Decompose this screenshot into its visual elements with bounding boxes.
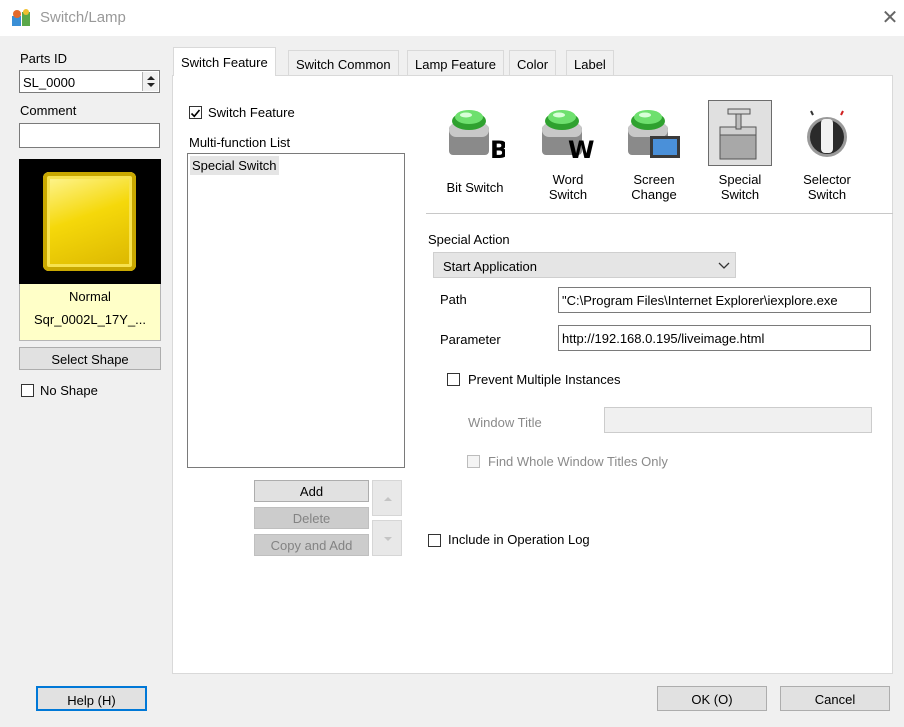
help-button[interactable]: Help (H) — [36, 686, 147, 711]
list-item[interactable]: Special Switch — [190, 156, 279, 175]
parameter-field[interactable]: http://192.168.0.195/liveimage.html — [558, 325, 871, 351]
title-bar — [0, 0, 904, 36]
no-shape-checkbox[interactable] — [21, 384, 34, 397]
select-shape-button[interactable]: Select Shape — [19, 347, 161, 370]
shape-info: Normal Sqr_0002L_17Y_... — [19, 284, 161, 341]
chevron-down-icon — [718, 262, 730, 269]
parts-id-label: Parts ID — [20, 51, 67, 66]
selector-switch-icon[interactable] — [797, 103, 857, 163]
spin-arrows-icon — [147, 76, 155, 87]
prevent-multiple-checkbox[interactable] — [447, 373, 460, 386]
move-up-button[interactable] — [372, 480, 402, 516]
tab-switch-common[interactable]: Switch Common — [288, 50, 399, 75]
no-shape-label: No Shape — [40, 383, 98, 398]
window-title: Switch/Lamp — [40, 9, 126, 26]
delete-button[interactable]: Delete — [254, 507, 369, 529]
switch-feature-checkbox[interactable] — [189, 106, 202, 119]
parts-id-field[interactable]: SL_0000 — [19, 70, 160, 93]
word-switch-label: Word Switch — [548, 172, 588, 202]
tab-lamp-feature[interactable]: Lamp Feature — [407, 50, 504, 75]
parameter-value: http://192.168.0.195/liveimage.html — [562, 331, 765, 346]
multi-function-list[interactable]: Special Switch — [187, 153, 405, 468]
operation-log-checkbox[interactable] — [428, 534, 441, 547]
copy-and-add-button[interactable]: Copy and Add — [254, 534, 369, 556]
preview-state: Normal — [69, 289, 111, 304]
special-action-value: Start Application — [443, 259, 537, 274]
cancel-button[interactable]: Cancel — [780, 686, 890, 711]
move-down-button[interactable] — [372, 520, 402, 556]
tab-switch-feature[interactable]: Switch Feature — [173, 47, 276, 76]
find-whole-title-checkbox[interactable] — [467, 455, 480, 468]
special-switch-icon[interactable] — [710, 103, 770, 163]
tab-color[interactable]: Color — [509, 50, 557, 75]
close-icon[interactable]: ✕ — [878, 5, 902, 29]
find-whole-title-label: Find Whole Window Titles Only — [488, 454, 668, 469]
screen-change-label: Screen Change — [631, 172, 677, 202]
operation-log-label: Include in Operation Log — [448, 532, 590, 547]
path-field[interactable]: "C:\Program Files\Internet Explorer\iexp… — [558, 287, 871, 313]
divider — [426, 213, 893, 214]
bit-switch-icon[interactable]: B — [445, 103, 508, 164]
svg-text:B: B — [490, 136, 505, 163]
add-button[interactable]: Add — [254, 480, 369, 502]
special-action-select[interactable]: Start Application — [433, 252, 736, 278]
parts-id-spinner[interactable] — [142, 72, 158, 91]
arrow-down-icon — [384, 537, 392, 541]
path-label: Path — [440, 292, 467, 307]
parameter-label: Parameter — [440, 332, 501, 347]
switch-lamp-app-icon — [10, 8, 32, 28]
multi-function-list-label: Multi-function List — [189, 135, 291, 150]
window-title-field[interactable] — [604, 407, 872, 433]
special-switch-label: Special Switch — [718, 172, 762, 202]
bit-switch-label: Bit Switch — [446, 180, 504, 195]
screen-change-icon[interactable] — [624, 103, 684, 163]
shape-name: Sqr_0002L_17Y_... — [33, 312, 147, 327]
word-switch-icon[interactable]: W — [538, 103, 598, 164]
lamp-preview-icon — [43, 172, 136, 271]
arrow-up-icon — [384, 497, 392, 501]
parts-id-value: SL_0000 — [23, 75, 76, 90]
svg-text:W: W — [568, 136, 594, 163]
switch-feature-label: Switch Feature — [208, 105, 295, 120]
ok-button[interactable]: OK (O) — [657, 686, 767, 711]
check-icon — [190, 109, 201, 118]
path-value: "C:\Program Files\Internet Explorer\iexp… — [562, 293, 838, 308]
tab-label[interactable]: Label — [566, 50, 614, 75]
comment-field[interactable] — [19, 123, 160, 148]
shape-preview — [19, 159, 161, 284]
comment-label: Comment — [20, 103, 77, 118]
window-title-label: Window Title — [468, 415, 542, 430]
special-action-label: Special Action — [428, 232, 510, 247]
prevent-multiple-label: Prevent Multiple Instances — [468, 372, 621, 387]
selector-switch-label: Selector Switch — [803, 172, 851, 202]
